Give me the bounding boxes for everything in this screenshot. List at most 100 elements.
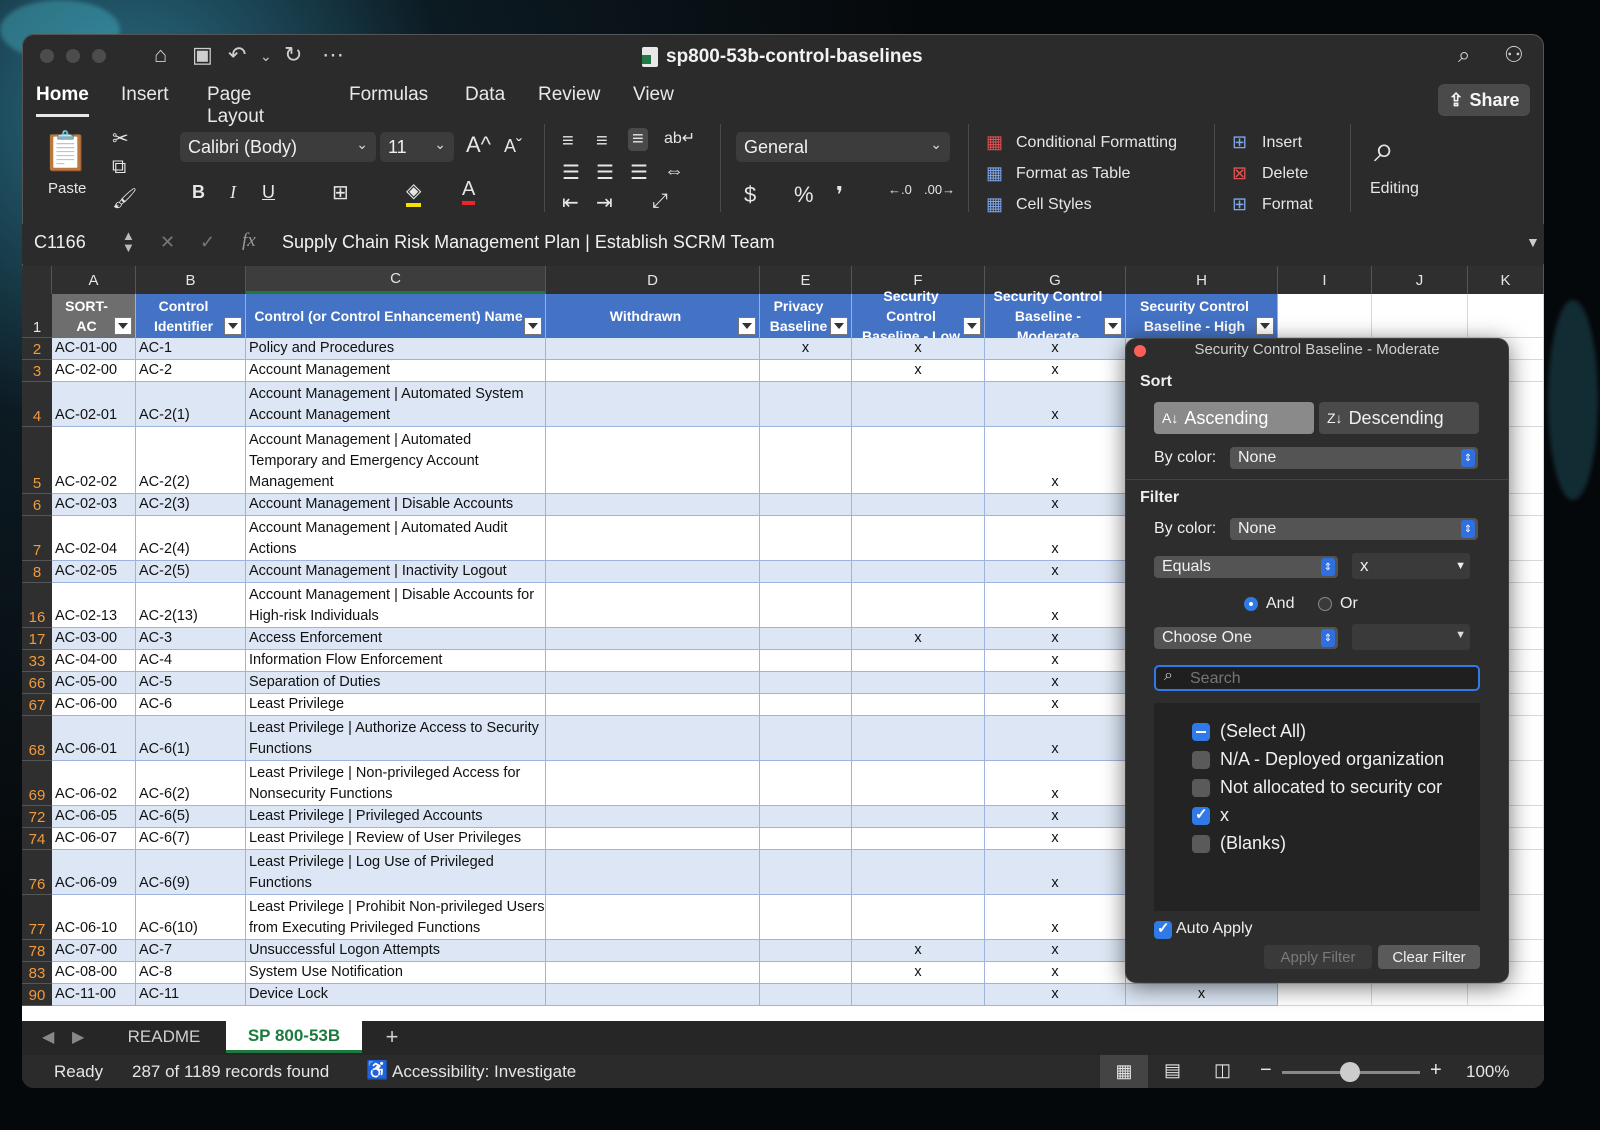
cell-styles-icon[interactable]: ▦ — [986, 194, 1003, 215]
row-header[interactable]: 68 — [22, 716, 52, 761]
row-header[interactable]: 78 — [22, 940, 52, 962]
cell-d[interactable] — [546, 962, 760, 984]
delete-cells-button[interactable]: Delete — [1262, 165, 1308, 183]
cell-b[interactable]: AC-6(10) — [136, 895, 246, 940]
format-cells-button[interactable]: Format — [1262, 196, 1313, 214]
align-right-icon[interactable]: ☰ — [630, 160, 648, 185]
sort-by-color-select[interactable]: None ⇕ — [1230, 447, 1478, 469]
cell-e[interactable] — [760, 427, 852, 494]
filter-value-checkbox[interactable] — [1192, 805, 1210, 825]
cell-f[interactable] — [852, 672, 985, 694]
next-sheet-icon[interactable]: ▶ — [72, 1027, 84, 1047]
sheet-tab-sp800-53b[interactable]: SP 800-53B — [226, 1021, 362, 1053]
cell-g[interactable]: x — [985, 650, 1126, 672]
format-as-table-icon[interactable]: ▦ — [986, 163, 1003, 184]
cell-c[interactable]: Access Enforcement — [246, 628, 546, 650]
cell-b[interactable]: AC-11 — [136, 984, 246, 1006]
zoom-out-icon[interactable]: − — [1260, 1059, 1272, 1082]
search-field[interactable]: ⌕ — [1154, 665, 1480, 691]
cell-d[interactable] — [546, 427, 760, 494]
percent-button[interactable]: % — [794, 182, 814, 208]
increase-indent-icon[interactable]: ⇥ — [596, 190, 613, 215]
align-center-icon[interactable]: ☰ — [596, 160, 614, 185]
cell-e[interactable] — [760, 895, 852, 940]
empty-cell[interactable] — [1278, 984, 1372, 1006]
insert-cells-button[interactable]: Insert — [1262, 134, 1302, 152]
cell-d[interactable] — [546, 561, 760, 583]
editing-button[interactable]: Editing — [1370, 180, 1419, 198]
cell-f[interactable] — [852, 828, 985, 850]
row-header[interactable]: 69 — [22, 761, 52, 806]
cell-f[interactable] — [852, 984, 985, 1006]
row-header[interactable]: 83 — [22, 962, 52, 984]
cell-e[interactable] — [760, 494, 852, 516]
cell-f[interactable] — [852, 850, 985, 895]
font-size-select[interactable]: 11 ⌄ — [380, 132, 454, 162]
cell-g[interactable]: x — [985, 494, 1126, 516]
cell-f[interactable] — [852, 716, 985, 761]
search-icon[interactable]: ⌕ — [1458, 42, 1470, 68]
sort-ascending-button[interactable]: A↓ Ascending — [1154, 402, 1314, 434]
accessibility-icon[interactable]: ♿ — [366, 1060, 388, 1081]
clear-filter-button[interactable]: Clear Filter — [1378, 945, 1480, 969]
cell-f[interactable]: x — [852, 628, 985, 650]
font-color-icon[interactable]: A — [462, 178, 476, 205]
cell-g[interactable]: x — [985, 828, 1126, 850]
chevron-down-icon[interactable]: ▼ — [1455, 553, 1466, 579]
minimize-window-button[interactable] — [66, 49, 80, 63]
decrease-indent-icon[interactable]: ⇤ — [562, 190, 579, 215]
cell-f[interactable] — [852, 761, 985, 806]
home-icon[interactable]: ⌂ — [154, 42, 167, 68]
page-layout-view-icon[interactable]: ▤ — [1164, 1060, 1181, 1081]
cell-c[interactable]: Account Management | Automated Audit Acti… — [246, 516, 546, 561]
condition2-value-combo[interactable]: ▼ — [1352, 624, 1470, 650]
cell-e[interactable] — [760, 828, 852, 850]
chevron-down-icon[interactable]: ▼ — [1455, 629, 1466, 641]
cell-a[interactable]: AC-06-07 — [52, 828, 136, 850]
cell-c[interactable]: Policy and Procedures — [246, 338, 546, 360]
fx-label[interactable]: fx — [242, 230, 256, 252]
cell-a[interactable]: AC-06-05 — [52, 806, 136, 828]
cell-c[interactable]: Account Management | Disable Accounts fo… — [246, 583, 546, 628]
cell-d[interactable] — [546, 850, 760, 895]
cell-c[interactable]: Account Management | Inactivity Logout — [246, 561, 546, 583]
cell-b[interactable]: AC-6(9) — [136, 850, 246, 895]
filter-dropdown-button[interactable] — [1256, 317, 1274, 335]
row-header[interactable]: 72 — [22, 806, 52, 828]
cell-e[interactable] — [760, 382, 852, 427]
cell-h[interactable]: x — [1126, 984, 1278, 1006]
column-header-c[interactable]: C — [246, 266, 546, 294]
cell-a[interactable]: AC-06-00 — [52, 694, 136, 716]
filter-dropdown-button[interactable] — [1104, 317, 1122, 335]
filter-dropdown-button[interactable] — [524, 317, 542, 335]
format-painter-icon[interactable]: 🖌 — [112, 186, 137, 211]
cell-g[interactable]: x — [985, 694, 1126, 716]
cell-a[interactable]: AC-06-01 — [52, 716, 136, 761]
cell-g[interactable]: x — [985, 962, 1126, 984]
cell-e[interactable] — [760, 962, 852, 984]
cell-e[interactable] — [760, 561, 852, 583]
filter-value-checkbox[interactable] — [1192, 751, 1210, 769]
cell-b[interactable]: AC-7 — [136, 940, 246, 962]
row-header[interactable]: 33 — [22, 650, 52, 672]
cell-a[interactable]: AC-01-00 — [52, 338, 136, 360]
cell-e[interactable] — [760, 984, 852, 1006]
row-header[interactable]: 67 — [22, 694, 52, 716]
format-cells-icon[interactable]: ⊞ — [1232, 194, 1247, 215]
cell-c[interactable]: Account Management | Automated System Acc… — [246, 382, 546, 427]
row-header[interactable]: 77 — [22, 895, 52, 940]
cell-e[interactable] — [760, 850, 852, 895]
increase-font-icon[interactable]: A^ — [466, 132, 491, 158]
row-header[interactable]: 7 — [22, 516, 52, 561]
row-header[interactable]: 3 — [22, 360, 52, 382]
cell-c[interactable]: Account Management | Automated Temporary … — [246, 427, 546, 494]
collaborate-icon[interactable]: ⚇ — [1504, 42, 1524, 68]
save-icon[interactable]: ▣ — [192, 42, 213, 68]
cell-a[interactable]: AC-04-00 — [52, 650, 136, 672]
number-format-select[interactable]: General ⌄ — [736, 132, 950, 162]
cell-f[interactable] — [852, 806, 985, 828]
name-box-stepper-icon[interactable]: ▲ ▼ — [122, 229, 135, 254]
more-icon[interactable]: ⋯ — [322, 42, 344, 68]
cell-d[interactable] — [546, 628, 760, 650]
cell-f[interactable] — [852, 561, 985, 583]
